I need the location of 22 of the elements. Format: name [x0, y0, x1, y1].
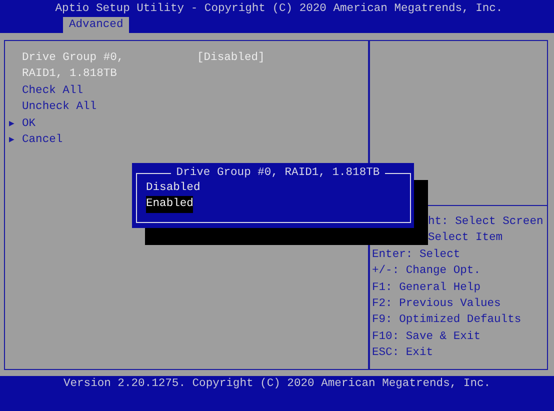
help-text: +/-: Change Opt.	[372, 264, 482, 280]
help-text: F10: Save & Exit	[372, 330, 482, 345]
help-text: F2: Previous Values	[372, 296, 502, 312]
popup-option[interactable]: Enabled	[146, 196, 194, 213]
window-title: Aptio Setup Utility - Copyright (C) 2020 American Megatrends, Inc.	[54, 2, 504, 17]
setting-label: RAID1, 1.818TB	[22, 67, 117, 82]
menu-tab[interactable]: Advanced	[63, 17, 130, 33]
submenu-item[interactable]: OK	[22, 116, 36, 132]
menu-action[interactable]: Uncheck All	[22, 99, 97, 116]
submenu-arrow: ▶	[8, 118, 16, 131]
help-text: Select Item	[427, 230, 504, 246]
popup-title: Drive Group #0, RAID1, 1.818TB	[175, 166, 381, 180]
submenu-item[interactable]: Cancel	[22, 132, 63, 148]
menu-action[interactable]: Check All	[22, 82, 84, 100]
help-text: F1: General Help	[372, 280, 482, 296]
submenu-arrow: ▶	[8, 134, 16, 148]
help-text: Enter: Select	[372, 248, 462, 263]
help-text: ht: Select Screen	[427, 214, 544, 230]
footer-text: Version 2.20.1275. Copyright (C) 2020 American Megatrends, Inc.	[0, 376, 554, 411]
help-text: ESC: Exit	[372, 346, 434, 362]
popup-option[interactable]: Disabled	[146, 180, 200, 196]
help-text: F9: Optimized Defaults	[372, 312, 522, 328]
